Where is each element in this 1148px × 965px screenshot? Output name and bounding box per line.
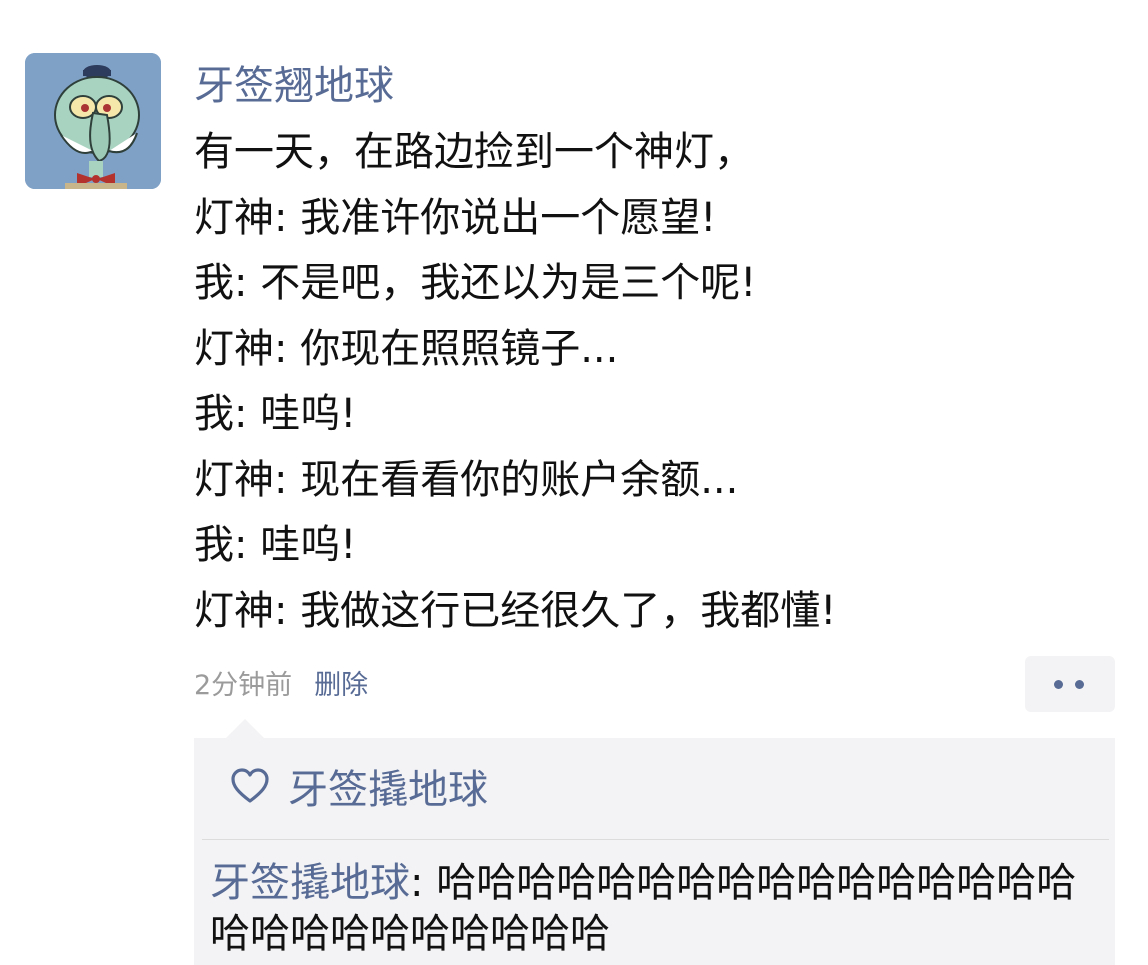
post-content: 有一天，在路边捡到一个神灯， 灯神: 我准许你说出一个愿望! 我: 不是吧，我还…: [194, 120, 1124, 644]
post-line: 我: 不是吧，我还以为是三个呢!: [194, 260, 757, 306]
more-button[interactable]: [1025, 656, 1115, 712]
avatar-image: [25, 53, 161, 189]
comment-item[interactable]: 牙签撬地球: 哈哈哈哈哈哈哈哈哈哈哈哈哈哈哈哈哈哈哈哈哈哈哈哈哈哈: [210, 858, 1100, 960]
delete-button[interactable]: 删除: [314, 670, 368, 701]
like-user[interactable]: 牙签撬地球: [288, 767, 488, 813]
panel-arrow: [226, 719, 264, 738]
post-line: 灯神: 现在看看你的账户余额...: [194, 456, 739, 503]
more-dots-icon: [1075, 680, 1084, 689]
divider: [202, 839, 1109, 840]
post-line: 我: 哇呜!: [194, 522, 357, 568]
post-time: 2分钟前: [194, 670, 293, 701]
post-line: 有一天，在路边捡到一个神灯，: [194, 129, 754, 175]
comment-author[interactable]: 牙签撬地球: [210, 860, 410, 906]
interaction-panel: 牙签撬地球 牙签撬地球: 哈哈哈哈哈哈哈哈哈哈哈哈哈哈哈哈哈哈哈哈哈哈哈哈哈哈: [194, 738, 1115, 965]
avatar[interactable]: [25, 53, 161, 189]
heart-outline-icon: [230, 764, 270, 820]
more-dots-icon: [1054, 680, 1063, 689]
post-author[interactable]: 牙签翘地球: [194, 60, 394, 112]
comment-separator: :: [410, 860, 437, 906]
post-line: 灯神: 你现在照照镜子...: [194, 325, 619, 372]
post-meta: 2分钟前 删除: [194, 668, 368, 704]
post-line: 我: 哇呜!: [194, 391, 357, 437]
post-line: 灯神: 我准许你说出一个愿望!: [194, 194, 717, 241]
likes-row: 牙签撬地球: [230, 762, 488, 818]
post-line: 灯神: 我做这行已经很久了，我都懂!: [194, 587, 837, 634]
